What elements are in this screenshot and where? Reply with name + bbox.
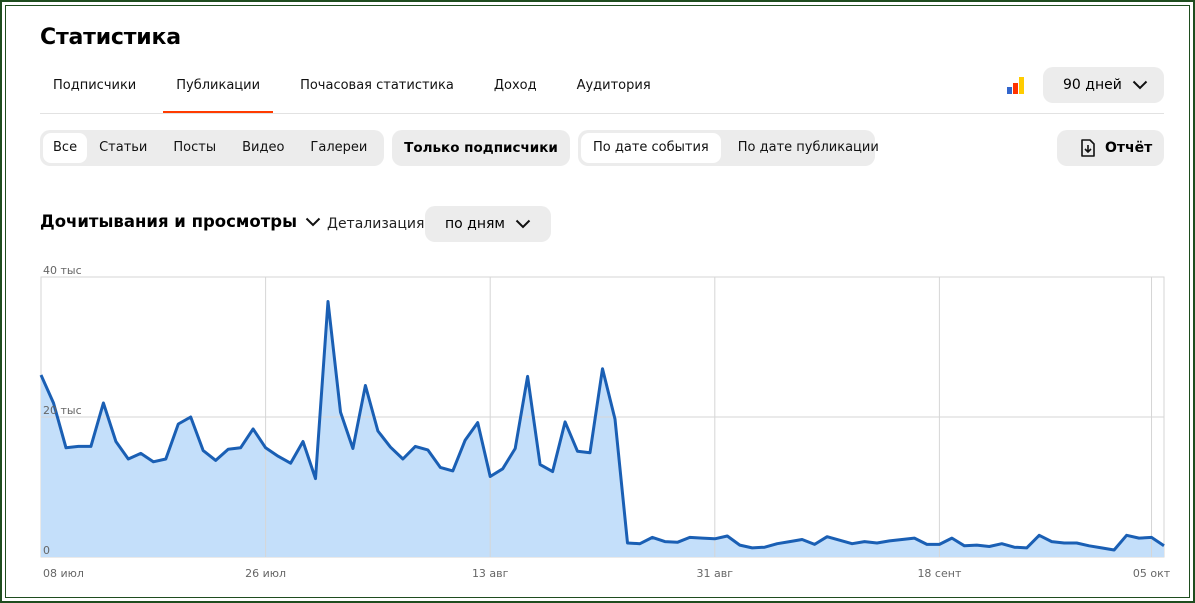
by-publication-date-option[interactable]: По дате публикации xyxy=(726,133,891,163)
report-label: Отчёт xyxy=(1105,140,1153,156)
detail-value: по дням xyxy=(445,216,505,232)
filter-video[interactable]: Видео xyxy=(232,133,294,163)
x-tick-label: 31 авг xyxy=(697,567,734,580)
x-tick-label: 18 сент xyxy=(917,567,962,580)
metric-label: Дочитывания и просмотры xyxy=(40,212,298,231)
stats-tabs: Подписчики Публикации Почасовая статисти… xyxy=(40,70,664,114)
chevron-down-icon xyxy=(515,219,531,229)
period-label: 90 дней xyxy=(1063,77,1122,93)
x-tick-label: 13 авг xyxy=(472,567,509,580)
chevron-down-icon xyxy=(1132,80,1148,90)
y-tick-label: 20 тыс xyxy=(43,404,82,417)
tabs-divider xyxy=(40,113,1164,114)
by-event-date-option[interactable]: По дате события xyxy=(581,133,721,163)
tab-subscribers[interactable]: Подписчики xyxy=(40,70,149,102)
report-export-icon xyxy=(1081,139,1095,157)
date-mode-filter: По дате события По дате публикации xyxy=(578,130,879,166)
report-button[interactable]: Отчёт xyxy=(1057,130,1164,166)
tab-hourly-stats[interactable]: Почасовая статистика xyxy=(287,70,467,102)
x-tick-label: 08 июл xyxy=(43,567,84,580)
y-tick-label: 0 xyxy=(43,544,50,557)
views-chart: 0 20 тыс 40 тыс 08 июл 26 июл 13 авг 31 авг 18 … xyxy=(39,264,1171,580)
detail-label: Детализация xyxy=(327,216,425,232)
only-subscribers-toggle[interactable]: Только подписчики xyxy=(392,130,570,166)
bar-chart-logo-icon xyxy=(1007,77,1025,94)
x-tick-label: 05 окт xyxy=(1133,567,1171,580)
content-type-filter: Все Статьи Посты Видео Галереи xyxy=(40,130,384,166)
period-dropdown[interactable]: 90 дней xyxy=(1043,67,1164,103)
tab-income[interactable]: Доход xyxy=(481,70,550,102)
filter-posts[interactable]: Посты xyxy=(163,133,226,163)
x-tick-label: 26 июл xyxy=(245,567,286,580)
filter-all[interactable]: Все xyxy=(43,133,88,163)
page-title: Статистика xyxy=(40,25,181,50)
tab-publications[interactable]: Публикации xyxy=(163,70,273,114)
chevron-down-icon xyxy=(305,217,321,226)
filter-articles[interactable]: Статьи xyxy=(89,133,157,163)
tab-audience[interactable]: Аудитория xyxy=(564,70,664,102)
y-tick-label: 40 тыс xyxy=(43,264,82,277)
detail-dropdown[interactable]: по дням xyxy=(425,206,551,242)
filter-galleries[interactable]: Галереи xyxy=(300,133,377,163)
metric-dropdown[interactable]: Дочитывания и просмотры xyxy=(40,212,321,231)
